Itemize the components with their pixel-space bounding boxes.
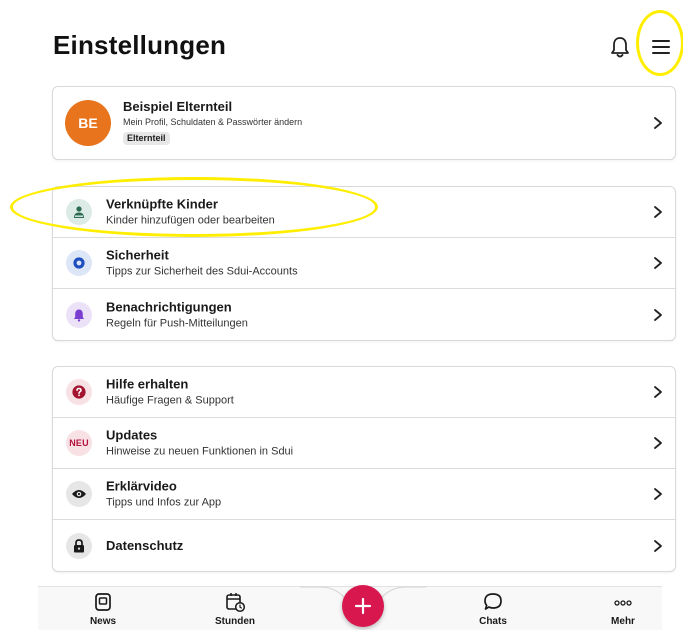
chevron-right-icon <box>654 488 662 500</box>
more-dots-icon <box>614 600 632 606</box>
profile-row[interactable]: BE Beispiel Elternteil Mein Profil, Schu… <box>53 87 675 159</box>
tab-label: Chats <box>479 616 507 627</box>
new-badge-icon: NEU <box>66 430 92 456</box>
row-title: Erklärvideo <box>106 478 177 494</box>
row-subtitle: Kinder hinzufügen oder bearbeiten <box>106 214 275 227</box>
tab-mehr[interactable]: Mehr <box>588 591 658 628</box>
row-title: Verknüpfte Kinder <box>106 196 218 212</box>
profile-card[interactable]: BE Beispiel Elternteil Mein Profil, Schu… <box>52 86 676 160</box>
settings-row-benachrichtigungen[interactable]: Benachrichtigungen Regeln für Push-Mitte… <box>53 289 675 340</box>
chevron-right-icon <box>654 437 662 449</box>
role-badge: Elternteil <box>123 132 170 145</box>
tab-stunden[interactable]: Stunden <box>200 591 270 628</box>
calendar-clock-icon <box>226 593 246 613</box>
notification-bell-icon <box>66 301 92 328</box>
header: Einstellungen <box>0 0 683 80</box>
chevron-right-icon <box>654 308 662 321</box>
settings-row-datenschutz[interactable]: Datenschutz <box>53 520 675 571</box>
tab-chats[interactable]: Chats <box>458 591 528 628</box>
news-icon <box>95 593 111 611</box>
row-title: Hilfe erhalten <box>106 376 189 392</box>
neu-label: NEU <box>69 438 89 448</box>
chat-bubble-icon <box>484 593 502 610</box>
row-title: Sicherheit <box>106 247 169 263</box>
row-title: Updates <box>106 427 158 443</box>
row-subtitle: Tipps und Infos zur App <box>106 496 222 509</box>
help-icon <box>66 379 92 405</box>
row-title: Benachrichtigungen <box>106 299 232 314</box>
row-subtitle: Tipps zur Sicherheit des Sdui-Accounts <box>106 265 298 278</box>
page-title: Einstellungen <box>53 30 227 60</box>
plus-icon <box>354 597 372 615</box>
settings-row-verknuepfte-kinder[interactable]: Verknüpfte Kinder Kinder hinzufügen oder… <box>53 187 675 238</box>
settings-row-hilfe[interactable]: Hilfe erhalten Häufige Fragen & Support <box>53 367 675 418</box>
profile-subtitle: Mein Profil, Schuldaten & Passwörter änd… <box>123 117 303 127</box>
row-subtitle: Hinweise zu neuen Funktionen in Sdui <box>106 445 294 458</box>
chevron-right-icon <box>654 206 662 218</box>
settings-row-sicherheit[interactable]: Sicherheit Tipps zur Sicherheit des Sdui… <box>53 238 675 289</box>
chevron-right-icon <box>654 257 662 269</box>
profile-name: Beispiel Elternteil <box>123 99 233 114</box>
tab-label: Stunden <box>215 616 255 627</box>
avatar: BE <box>65 100 111 146</box>
tab-label: Mehr <box>611 616 635 627</box>
eye-icon <box>66 481 92 507</box>
menu-icon[interactable] <box>650 36 672 58</box>
tab-label: News <box>89 616 117 627</box>
lock-icon <box>66 532 92 559</box>
row-subtitle: Häufige Fragen & Support <box>106 394 234 407</box>
row-subtitle: Regeln für Push-Mitteilungen <box>106 317 248 329</box>
child-icon <box>66 199 92 225</box>
tab-news[interactable]: News <box>68 591 138 628</box>
chevron-right-icon <box>654 539 662 552</box>
chevron-right-icon <box>654 117 662 129</box>
row-title: Datenschutz <box>106 537 184 553</box>
add-button[interactable] <box>342 585 384 627</box>
settings-row-erklaervideo[interactable]: Erklärvideo Tipps und Infos zur App <box>53 469 675 520</box>
bell-icon[interactable] <box>609 35 631 59</box>
children-settings-card: Verknüpfte Kinder Kinder hinzufügen oder… <box>52 186 676 341</box>
shield-icon <box>66 250 92 276</box>
help-settings-card: Hilfe erhalten Häufige Fragen & Support … <box>52 366 676 572</box>
chevron-right-icon <box>654 386 662 398</box>
settings-row-updates[interactable]: NEU Updates Hinweise zu neuen Funktionen… <box>53 418 675 469</box>
